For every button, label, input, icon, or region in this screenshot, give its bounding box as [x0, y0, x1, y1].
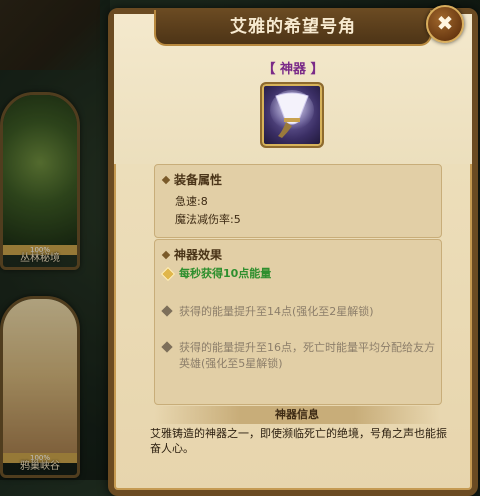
attribute-heading-text: 装备属性: [174, 173, 223, 187]
effect-section: 神器效果 每秒获得10点能量 获得的能量提升至14点(强化至2星解锁) 获得的能…: [154, 239, 442, 405]
info-description: 艾雅铸造的神器之一，即使濒临死亡的绝境，号角之声也能振奋人心。: [150, 427, 447, 455]
title-banner: 艾雅的希望号角: [154, 10, 432, 46]
effect-heading-text: 神器效果: [174, 248, 223, 262]
close-button[interactable]: ✖: [426, 5, 464, 43]
item-type-label: 【 神器 】: [262, 62, 324, 77]
attribute-section: 装备属性 急速:8 魔法减伤率:5: [154, 164, 442, 238]
effect-text: 获得的能量提升至14点(强化至2星解锁): [179, 305, 374, 318]
effect-item-active: 每秒获得10点能量: [160, 266, 435, 282]
gem-locked-icon: [161, 341, 173, 353]
attribute-line: 魔法减伤率:5: [175, 213, 241, 226]
attribute-line: 急速:8: [175, 195, 208, 208]
effect-item-locked: 获得的能量提升至14点(强化至2星解锁): [161, 304, 435, 320]
info-heading: 神器信息: [154, 406, 440, 424]
background-dim: [0, 0, 110, 480]
diamond-bullet-icon: [161, 250, 171, 260]
effect-text: 每秒获得10点能量: [179, 267, 272, 280]
artifact-detail-panel: 艾雅的希望号角 【 神器 】 装备属性 急速:8 魔法减伤率:5 神器效果 每秒…: [108, 8, 478, 496]
gem-locked-icon: [161, 305, 173, 317]
effect-heading: 神器效果: [161, 246, 223, 263]
attribute-heading: 装备属性: [161, 171, 223, 188]
effect-item-locked: 获得的能量提升至16点，死亡时能量平均分配给友方英雄(强化至5星解锁): [161, 340, 435, 372]
background-map-list: 100% 丛林秘境 100% 鸦巢峡谷: [0, 0, 110, 480]
horn-icon: [270, 90, 314, 138]
diamond-bullet-icon: [161, 175, 171, 185]
gem-active-icon: [160, 266, 176, 282]
item-title: 艾雅的希望号角: [230, 17, 356, 37]
effect-text: 获得的能量提升至16点，死亡时能量平均分配给友方英雄(强化至5星解锁): [179, 341, 435, 370]
item-icon-frame: [260, 82, 324, 148]
